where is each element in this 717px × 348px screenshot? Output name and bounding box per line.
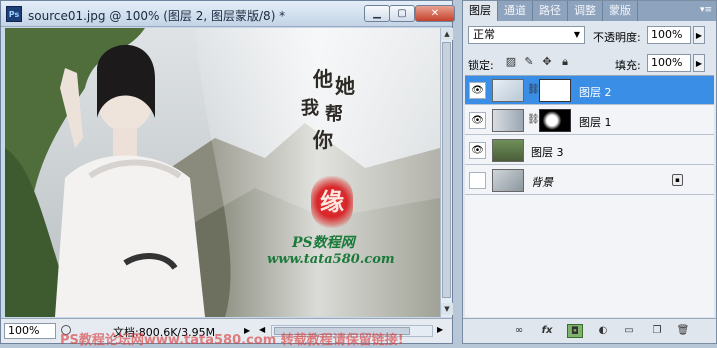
fill-field[interactable]: 100% [647,54,691,72]
vertical-scroll-thumb[interactable] [442,42,451,298]
scroll-right-icon[interactable]: ▶ [437,325,443,334]
layer-mask-thumbnail[interactable] [539,109,571,132]
mask-link-chain-icon[interactable]: ⛓︎ [527,114,540,125]
opacity-slider-arrow-icon[interactable]: ▶ [693,26,705,44]
scroll-up-icon[interactable]: ▲ [441,28,453,40]
layer-name[interactable]: 图层 3 [531,144,564,160]
layer-mask-thumbnail[interactable] [539,79,571,102]
layer-thumbnail[interactable] [492,169,524,192]
minimize-icon: ▁ [373,8,381,19]
blend-mode-value: 正常 [473,28,495,41]
lock-label: 锁定: [468,59,494,72]
eye-icon[interactable]: 👁︎ [469,112,486,129]
zoom-field[interactable]: 100% [4,323,56,339]
add-mask-icon[interactable]: ◘ [567,324,583,338]
site-name-text: PS数程网 [292,235,355,251]
layer-row[interactable]: 👁︎ 图层 3 [465,136,714,165]
image-canvas[interactable]: 他 她 我 帮 你 缘 PS数程网 www.tata580.com [5,28,440,317]
new-group-icon[interactable]: ▭ [621,324,637,338]
visibility-toggle-empty[interactable] [469,172,486,189]
restore-button[interactable]: ▢ [389,5,415,22]
layer-row[interactable]: 👁︎ ⛓︎ 图层 2 [465,76,714,105]
layers-panel: 图层 通道 路径 调整 蒙版 ▾≡ 正常 ▼ 不透明度: 100% ▶ 锁定: … [462,0,717,344]
restore-icon: ▢ [397,8,407,19]
lock-icon: ▪ [672,174,683,186]
mask-link-chain-icon[interactable]: ⛓︎ [527,84,540,95]
delete-icon[interactable]: 🗑︎ [675,324,691,338]
lock-transparency-icon[interactable]: ▨ [503,54,519,70]
vertical-scrollbar[interactable]: ▲ ▼ [440,28,453,317]
photo-artwork [5,28,440,317]
watermark-text: PS教程论坛网www.tata580.com 转载教程请保留链接! [60,333,404,348]
document-title: source01.jpg @ 100% (图层 2, 图层蒙版/8) * [28,9,286,23]
calligraphy-char: 你 [313,128,333,152]
document-window: Ps source01.jpg @ 100% (图层 2, 图层蒙版/8) * … [0,0,455,344]
close-icon: ✕ [430,8,440,19]
lock-pixels-brush-icon[interactable]: ✎ [521,54,537,70]
layer-thumbnail[interactable] [492,139,524,162]
blend-mode-select[interactable]: 正常 ▼ [468,26,585,44]
tab-paths[interactable]: 路径 [533,1,568,21]
eye-icon[interactable]: 👁︎ [469,82,486,99]
minimize-button[interactable]: ▁ [364,5,390,22]
layer-name[interactable]: 图层 2 [579,84,612,100]
layer-name[interactable]: 图层 1 [579,114,612,130]
document-titlebar[interactable]: Ps source01.jpg @ 100% (图层 2, 图层蒙版/8) * … [1,1,455,27]
opacity-field[interactable]: 100% [647,26,691,44]
fill-slider-arrow-icon[interactable]: ▶ [693,54,705,72]
panel-footer: ∞ fx ◘ ◐ ▭ ❐ 🗑︎ [463,318,716,343]
panel-tabs: 图层 通道 路径 调整 蒙版 [463,1,716,21]
eye-icon[interactable]: 👁︎ [469,142,486,159]
new-layer-icon[interactable]: ❐ [649,324,665,338]
layer-name[interactable]: 背景 [531,174,553,190]
tab-channels[interactable]: 通道 [498,1,533,21]
layer-thumbnail[interactable] [492,109,524,132]
site-url-text: www.tata580.com [267,252,395,267]
fx-icon[interactable]: fx [539,324,555,338]
layer-row[interactable]: 👁︎ ⛓︎ 图层 1 [465,106,714,135]
opacity-label: 不透明度: [593,31,641,44]
layer-thumbnail[interactable] [492,79,524,102]
tab-layers[interactable]: 图层 [463,1,498,21]
photoshop-logo-icon: Ps [6,6,22,22]
calligraphy-char: 他 [313,67,333,91]
calligraphy-char: 我 [301,98,319,119]
chevron-down-icon: ▼ [573,30,580,39]
scroll-down-icon[interactable]: ▼ [441,303,453,315]
link-layers-icon[interactable]: ∞ [511,324,527,338]
layer-row[interactable]: 背景 ▪ [465,166,714,195]
red-seal: 缘 [311,176,353,228]
layer-list: 👁︎ ⛓︎ 图层 2 👁︎ ⛓︎ 图层 1 👁︎ 图层 3 背景 ▪ [465,75,714,317]
calligraphy-char: 帮 [325,104,343,125]
adjustment-layer-icon[interactable]: ◐ [595,324,611,338]
lock-all-icon[interactable]: 🔒︎ [557,54,573,70]
fill-label: 填充: [615,59,641,72]
tab-masks[interactable]: 蒙版 [603,1,638,21]
tab-adjustments[interactable]: 调整 [568,1,603,21]
panel-menu-icon[interactable]: ▾≡ [700,5,712,15]
lock-position-move-icon[interactable]: ✥ [539,54,555,70]
calligraphy-char: 她 [335,74,355,98]
close-button[interactable]: ✕ [415,5,455,22]
